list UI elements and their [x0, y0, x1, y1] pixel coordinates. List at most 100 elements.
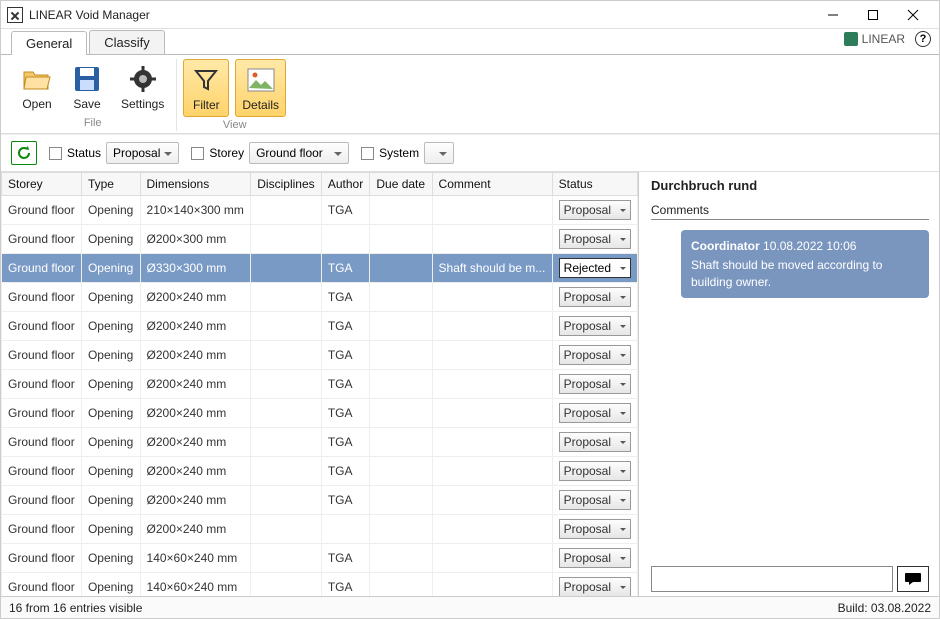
- col-due-date[interactable]: Due date: [370, 173, 432, 196]
- status-filter-label: Status: [67, 146, 101, 160]
- status-dropdown[interactable]: Proposal: [559, 374, 631, 394]
- cell-status: Proposal: [552, 283, 637, 312]
- cell-comment: [432, 515, 552, 544]
- table-row[interactable]: Ground floorOpeningØ200×240 mmTGAProposa…: [2, 457, 638, 486]
- status-dropdown[interactable]: Proposal: [559, 403, 631, 423]
- table-row[interactable]: Ground floorOpeningØ200×240 mmProposal: [2, 515, 638, 544]
- cell-due: [370, 515, 432, 544]
- cell-due: [370, 428, 432, 457]
- table-row[interactable]: Ground floorOpeningØ200×240 mmTGAProposa…: [2, 399, 638, 428]
- details-label: Details: [242, 98, 279, 112]
- cell-type: Opening: [81, 196, 140, 225]
- cell-due: [370, 573, 432, 597]
- help-button[interactable]: ?: [915, 31, 931, 47]
- cell-type: Opening: [81, 457, 140, 486]
- cell-comment: [432, 457, 552, 486]
- cell-due: [370, 370, 432, 399]
- cell-comment: [432, 370, 552, 399]
- table-row[interactable]: Ground floorOpeningØ200×240 mmTGAProposa…: [2, 283, 638, 312]
- tab-classify[interactable]: Classify: [89, 30, 165, 54]
- settings-button[interactable]: Settings: [115, 59, 170, 115]
- cell-storey: Ground floor: [2, 457, 82, 486]
- status-right: Build: 03.08.2022: [838, 601, 931, 615]
- cell-auth: TGA: [321, 370, 370, 399]
- status-dropdown[interactable]: Proposal: [559, 200, 631, 220]
- col-comment[interactable]: Comment: [432, 173, 552, 196]
- status-dropdown[interactable]: Rejected: [559, 258, 631, 278]
- col-status[interactable]: Status: [552, 173, 637, 196]
- status-dropdown[interactable]: Proposal: [559, 229, 631, 249]
- system-filter-dropdown[interactable]: [424, 142, 454, 164]
- comment-input[interactable]: [651, 566, 893, 592]
- status-dropdown[interactable]: Proposal: [559, 577, 631, 596]
- table-row[interactable]: Ground floorOpeningØ200×240 mmTGAProposa…: [2, 341, 638, 370]
- cell-comment: [432, 196, 552, 225]
- details-button[interactable]: Details: [235, 59, 286, 117]
- status-dropdown[interactable]: Proposal: [559, 461, 631, 481]
- table-row[interactable]: Ground floorOpeningØ200×240 mmTGAProposa…: [2, 370, 638, 399]
- filter-bar: Status Proposal Storey Ground floor Syst…: [1, 134, 939, 172]
- cell-auth: TGA: [321, 196, 370, 225]
- cell-disc: [251, 254, 322, 283]
- cell-type: Opening: [81, 312, 140, 341]
- table-row[interactable]: Ground floorOpening210×140×300 mmTGAProp…: [2, 196, 638, 225]
- cell-storey: Ground floor: [2, 196, 82, 225]
- status-checkbox[interactable]: [49, 147, 62, 160]
- status-dropdown[interactable]: Proposal: [559, 490, 631, 510]
- cell-auth: TGA: [321, 573, 370, 597]
- cell-type: Opening: [81, 283, 140, 312]
- cell-storey: Ground floor: [2, 544, 82, 573]
- status-dropdown[interactable]: Proposal: [559, 432, 631, 452]
- voids-table[interactable]: Storey Type Dimensions Disciplines Autho…: [1, 172, 639, 596]
- save-icon: [71, 63, 103, 95]
- col-type[interactable]: Type: [81, 173, 140, 196]
- minimize-button[interactable]: [813, 1, 853, 29]
- image-icon: [245, 64, 277, 96]
- cell-dim: Ø200×240 mm: [140, 515, 251, 544]
- cell-disc: [251, 283, 322, 312]
- storey-filter-dropdown[interactable]: Ground floor: [249, 142, 349, 164]
- table-row[interactable]: Ground floorOpeningØ200×240 mmTGAProposa…: [2, 428, 638, 457]
- cell-storey: Ground floor: [2, 515, 82, 544]
- table-row[interactable]: Ground floorOpeningØ200×300 mmProposal: [2, 225, 638, 254]
- status-dropdown[interactable]: Proposal: [559, 519, 631, 539]
- save-button[interactable]: Save: [65, 59, 109, 115]
- speech-bubble-icon: [904, 572, 922, 586]
- table-row[interactable]: Ground floorOpening140×60×240 mmTGAPropo…: [2, 544, 638, 573]
- refresh-button[interactable]: [11, 141, 37, 165]
- tab-general[interactable]: General: [11, 31, 87, 55]
- tab-strip: General Classify LINEAR ?: [1, 29, 939, 55]
- comment-item: Coordinator 10.08.2022 10:06 Shaft shoul…: [681, 230, 929, 298]
- table-row[interactable]: Ground floorOpeningØ200×240 mmTGAProposa…: [2, 312, 638, 341]
- col-disciplines[interactable]: Disciplines: [251, 173, 322, 196]
- col-storey[interactable]: Storey: [2, 173, 82, 196]
- status-dropdown[interactable]: Proposal: [559, 316, 631, 336]
- cell-comment: Shaft should be m...: [432, 254, 552, 283]
- table-row[interactable]: Ground floorOpeningØ200×240 mmTGAProposa…: [2, 486, 638, 515]
- cell-disc: [251, 486, 322, 515]
- cell-storey: Ground floor: [2, 312, 82, 341]
- maximize-button[interactable]: [853, 1, 893, 29]
- cell-dim: Ø200×240 mm: [140, 341, 251, 370]
- cell-due: [370, 399, 432, 428]
- status-filter-dropdown[interactable]: Proposal: [106, 142, 179, 164]
- cell-due: [370, 225, 432, 254]
- col-author[interactable]: Author: [321, 173, 370, 196]
- open-button[interactable]: Open: [15, 59, 59, 115]
- status-dropdown[interactable]: Proposal: [559, 345, 631, 365]
- close-button[interactable]: [893, 1, 933, 29]
- send-comment-button[interactable]: [897, 566, 929, 592]
- system-checkbox[interactable]: [361, 147, 374, 160]
- filter-button[interactable]: Filter: [183, 59, 229, 117]
- col-dimensions[interactable]: Dimensions: [140, 173, 251, 196]
- cell-disc: [251, 341, 322, 370]
- table-header-row: Storey Type Dimensions Disciplines Autho…: [2, 173, 638, 196]
- storey-checkbox[interactable]: [191, 147, 204, 160]
- cell-comment: [432, 225, 552, 254]
- status-dropdown[interactable]: Proposal: [559, 548, 631, 568]
- status-dropdown[interactable]: Proposal: [559, 287, 631, 307]
- table-row[interactable]: Ground floorOpeningØ330×300 mmTGAShaft s…: [2, 254, 638, 283]
- cell-disc: [251, 573, 322, 597]
- table-row[interactable]: Ground floorOpening140×60×240 mmTGAPropo…: [2, 573, 638, 597]
- cell-status: Proposal: [552, 341, 637, 370]
